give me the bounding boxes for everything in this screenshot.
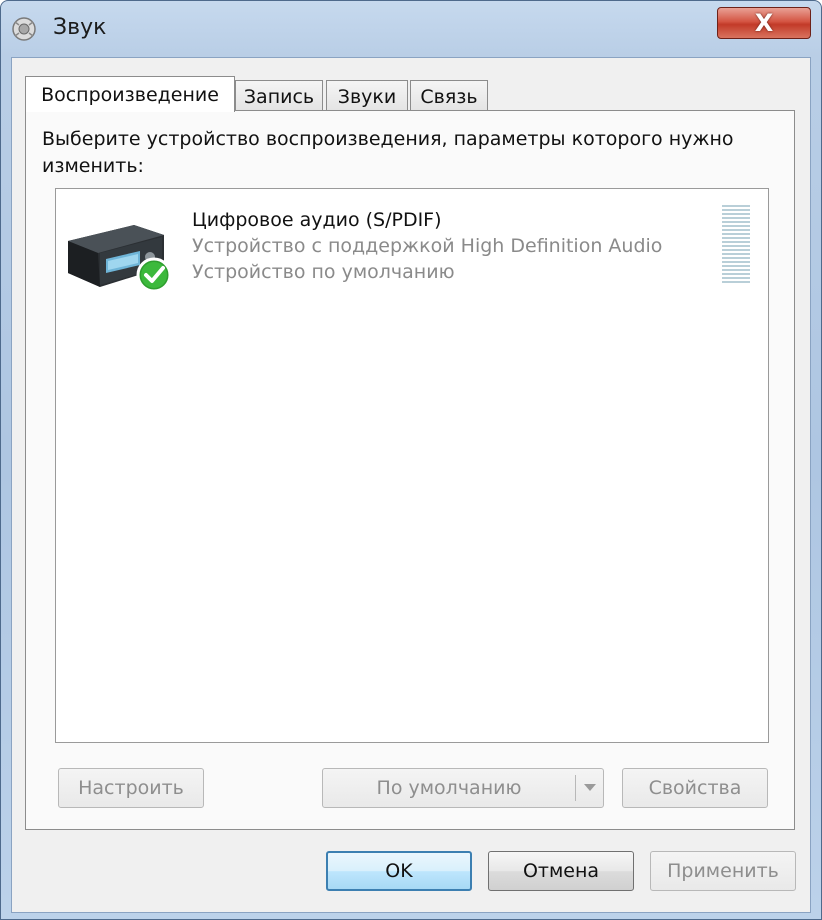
- properties-button[interactable]: Свойства: [622, 768, 768, 808]
- window-title: Звук: [53, 15, 107, 40]
- set-default-label: По умолчанию: [376, 777, 522, 799]
- tab-communications[interactable]: Связь: [410, 80, 488, 112]
- configure-button[interactable]: Настроить: [58, 768, 204, 808]
- close-button[interactable]: X: [717, 7, 811, 39]
- sound-dialog-window: Звук X Воспроизведение Запись Звуки Связ…: [0, 0, 822, 920]
- tab-playback[interactable]: Воспроизведение: [25, 76, 235, 112]
- audio-device-icon: [68, 225, 172, 293]
- device-description: Устройство с поддержкой High Definition …: [192, 235, 663, 257]
- title-bar[interactable]: Звук X: [1, 1, 821, 57]
- volume-level-meter: [722, 205, 750, 283]
- ok-button[interactable]: OK: [326, 851, 472, 891]
- instruction-text: Выберите устройство воспроизведения, пар…: [42, 128, 734, 177]
- split-divider: [575, 775, 576, 801]
- speaker-icon: [12, 17, 36, 41]
- close-icon: X: [754, 9, 774, 37]
- device-status: Устройство по умолчанию: [192, 261, 455, 283]
- device-name: Цифровое аудио (S/PDIF): [192, 209, 442, 231]
- device-item[interactable]: Цифровое аудио (S/PDIF) Устройство с под…: [62, 197, 762, 293]
- chevron-down-icon: [584, 784, 596, 791]
- tab-sounds[interactable]: Звуки: [326, 80, 408, 112]
- set-default-button[interactable]: По умолчанию: [322, 768, 604, 808]
- dialog-body: Воспроизведение Запись Звуки Связь Выбер…: [11, 57, 811, 913]
- apply-button[interactable]: Применить: [650, 851, 796, 891]
- cancel-button[interactable]: Отмена: [488, 851, 634, 891]
- set-default-dropdown[interactable]: [579, 775, 601, 801]
- tab-recording[interactable]: Запись: [235, 80, 323, 112]
- device-list[interactable]: Цифровое аудио (S/PDIF) Устройство с под…: [55, 188, 769, 743]
